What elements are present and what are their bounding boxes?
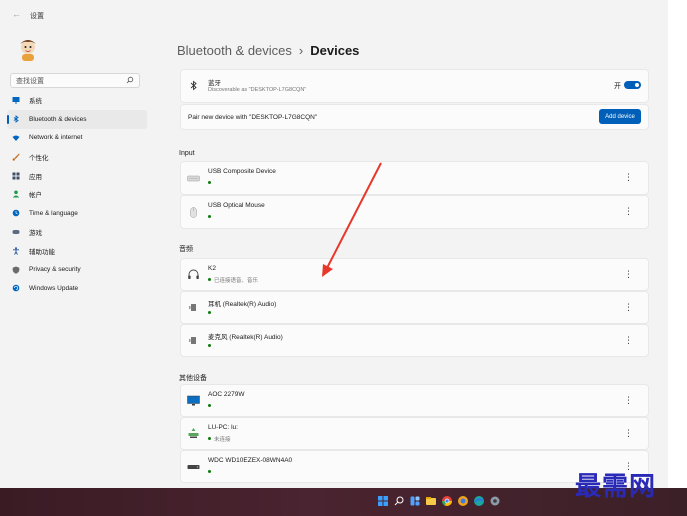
widgets-icon[interactable]	[409, 495, 421, 507]
windows-icon[interactable]	[377, 495, 389, 507]
search-icon[interactable]	[393, 495, 405, 507]
settings-window: ← 设置 查找设置 系统 Bluetooth & devices Network &…	[0, 0, 668, 488]
watermark: 最需网	[575, 472, 657, 502]
taskbar-icons	[377, 495, 501, 507]
edge-icon[interactable]	[473, 495, 485, 507]
settings-icon[interactable]	[489, 495, 501, 507]
annotation-arrow	[322, 162, 382, 277]
explorer-icon[interactable]	[425, 495, 437, 507]
chrome-icon[interactable]	[441, 495, 453, 507]
browser-icon[interactable]	[457, 495, 469, 507]
